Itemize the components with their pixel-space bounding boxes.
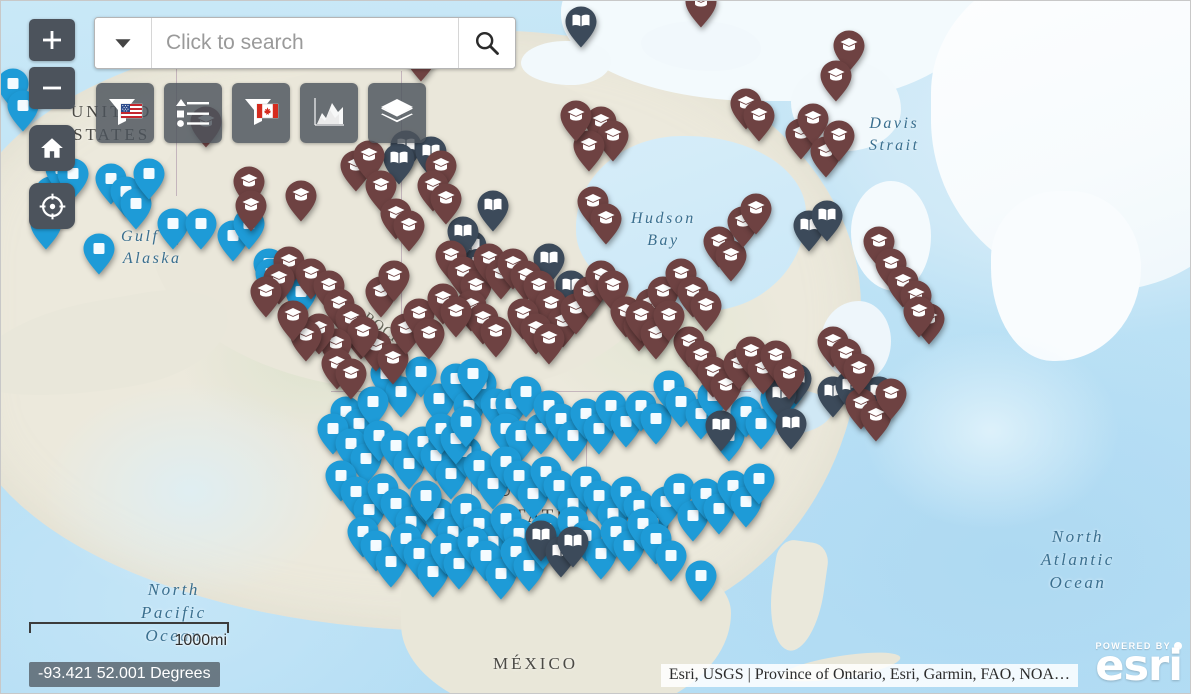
map-application: UNITED STATESGulf of AlaskaHudson BayDav…	[0, 0, 1191, 694]
list-icon	[176, 99, 209, 127]
map-marker-brown[interactable]	[822, 119, 856, 163]
map-marker-brown[interactable]	[377, 259, 411, 303]
map-marker-brown[interactable]	[559, 99, 593, 143]
map-marker-blue[interactable]	[684, 559, 718, 603]
ocean-shelf-glow-west	[41, 381, 341, 601]
layers-button[interactable]	[368, 83, 426, 143]
home-button[interactable]	[29, 125, 75, 171]
zoom-out-button[interactable]	[29, 67, 75, 109]
map-marker-blue[interactable]	[132, 157, 166, 201]
locate-button[interactable]	[29, 183, 75, 229]
crosshair-icon	[39, 193, 65, 219]
map-marker-blue[interactable]	[742, 462, 776, 506]
attribution-text[interactable]: Esri, USGS | Province of Ontario, Esri, …	[660, 664, 1078, 687]
map-marker-brown[interactable]	[334, 357, 368, 401]
plus-icon	[43, 31, 61, 49]
map-marker-navy[interactable]	[556, 525, 590, 569]
legend-button[interactable]	[164, 83, 222, 143]
chevron-down-icon	[115, 39, 131, 48]
funnel-canada-flag-icon	[245, 99, 279, 125]
layers-icon	[381, 99, 413, 123]
map-marker-brown[interactable]	[819, 59, 853, 103]
map-marker-brown[interactable]	[874, 377, 908, 421]
map-marker-brown[interactable]	[429, 182, 463, 226]
map-marker-blue[interactable]	[654, 539, 688, 583]
zoom-in-button[interactable]	[29, 19, 75, 61]
map-marker-blue[interactable]	[184, 207, 218, 251]
map-marker-blue[interactable]	[456, 357, 490, 401]
search-submit-button[interactable]	[458, 18, 515, 68]
home-icon	[41, 138, 63, 158]
map-marker-blue[interactable]	[409, 479, 443, 523]
map-marker-brown[interactable]	[532, 322, 566, 366]
filter-us-button[interactable]	[96, 83, 154, 143]
map-marker-brown[interactable]	[589, 202, 623, 246]
minus-icon	[43, 86, 61, 90]
map-marker-brown[interactable]	[392, 209, 426, 253]
chart-button[interactable]	[300, 83, 358, 143]
map-marker-navy[interactable]	[704, 409, 738, 453]
funnel-us-flag-icon	[109, 99, 143, 125]
map-marker-brown[interactable]	[479, 315, 513, 359]
map-marker-brown[interactable]	[772, 357, 806, 401]
map-marker-brown[interactable]	[249, 275, 283, 319]
search-input[interactable]	[152, 18, 458, 68]
map-marker-blue[interactable]	[449, 405, 483, 449]
map-marker-brown[interactable]	[842, 352, 876, 396]
chart-icon	[314, 98, 344, 126]
map-marker-brown[interactable]	[652, 299, 686, 343]
map-marker-navy[interactable]	[564, 5, 598, 49]
search-widget[interactable]	[94, 17, 516, 69]
search-icon	[475, 31, 499, 55]
map-marker-brown[interactable]	[684, 1, 718, 29]
map-marker-navy[interactable]	[476, 189, 510, 233]
widget-toolbar	[96, 83, 426, 143]
coordinates-readout: -93.421 52.001 Degrees	[29, 662, 220, 687]
map-marker-brown[interactable]	[739, 192, 773, 236]
map-marker-brown[interactable]	[742, 99, 776, 143]
map-marker-brown[interactable]	[284, 179, 318, 223]
map-marker-brown[interactable]	[902, 295, 936, 339]
search-source-dropdown[interactable]	[95, 18, 152, 68]
map-marker-brown[interactable]	[439, 295, 473, 339]
map-marker-blue[interactable]	[82, 232, 116, 276]
map-marker-navy[interactable]	[774, 407, 808, 451]
ocean-shelf-glow-east	[861, 331, 1121, 531]
map-marker-brown[interactable]	[234, 189, 268, 233]
map-marker-navy[interactable]	[810, 199, 844, 243]
filter-canada-button[interactable]	[232, 83, 290, 143]
